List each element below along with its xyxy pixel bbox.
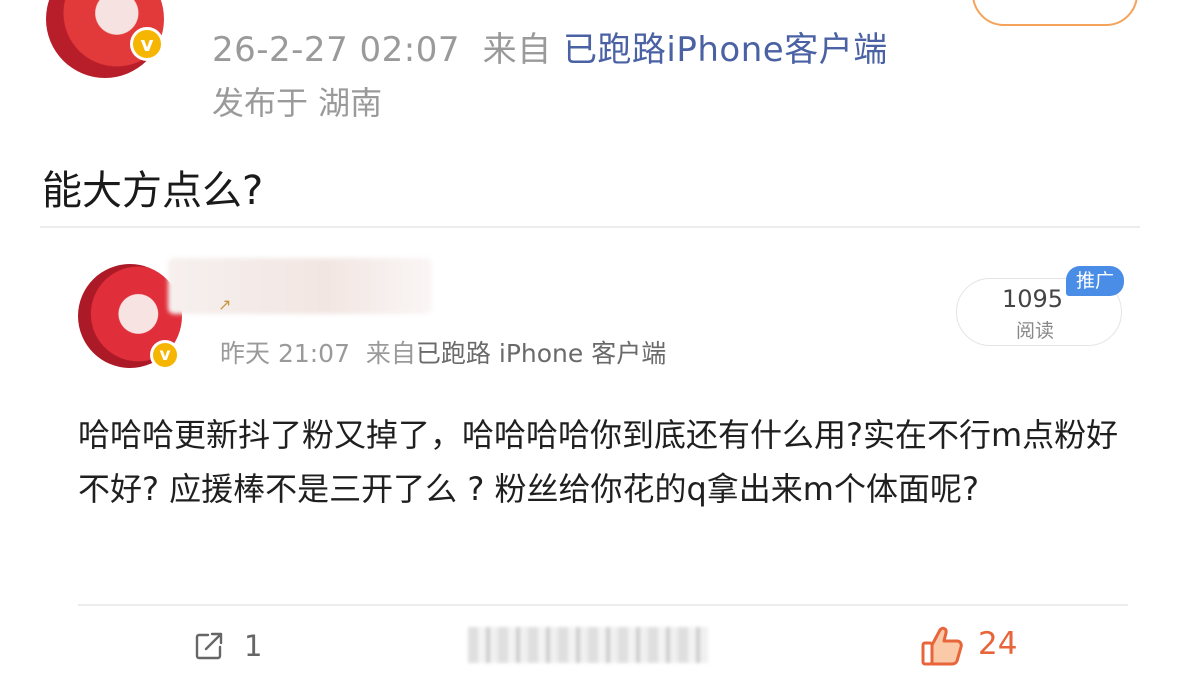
- repost-timestamp: 昨天 21:07: [220, 339, 350, 368]
- repost-source-link[interactable]: 已跑路 iPhone 客户端: [416, 339, 666, 368]
- share-icon[interactable]: [194, 631, 224, 661]
- post-source-link[interactable]: 已跑路iPhone客户端: [563, 30, 888, 70]
- share-count: 1: [244, 629, 263, 663]
- post-timestamp: 26-2-27 02:07: [212, 30, 460, 70]
- post-meta: 26-2-27 02:07 来自 已跑路iPhone客户端: [212, 22, 888, 71]
- repost-author-name-redacted[interactable]: [168, 258, 432, 314]
- read-label: 阅读: [1016, 320, 1055, 342]
- divider: [78, 604, 1128, 606]
- repost-source-prefix: 来自: [365, 339, 416, 368]
- repost-text: 哈哈哈更新抖了粉又掉了，哈哈哈哈你到底还有什么用?实在不行m点粉好不好? 应援棒…: [78, 416, 1119, 508]
- promo-tag[interactable]: 推广: [1066, 266, 1125, 296]
- thumbs-up-icon[interactable]: [920, 624, 964, 668]
- post-source-prefix: 来自: [482, 30, 552, 70]
- name-mark-icon: ↗: [218, 295, 232, 314]
- redacted-strip: [468, 627, 708, 663]
- repost-meta: 昨天 21:07 来自已跑路 iPhone 客户端: [220, 334, 666, 370]
- like-count: 24: [978, 626, 1018, 662]
- verified-badge-icon: v: [130, 27, 164, 61]
- follow-button[interactable]: [972, 0, 1138, 26]
- post-text: 能大方点么?: [42, 168, 264, 214]
- divider: [40, 226, 1140, 228]
- read-count: 1095: [1002, 285, 1064, 313]
- verified-badge-icon: v: [150, 340, 180, 370]
- post-location: 发布于 湖南: [212, 84, 383, 122]
